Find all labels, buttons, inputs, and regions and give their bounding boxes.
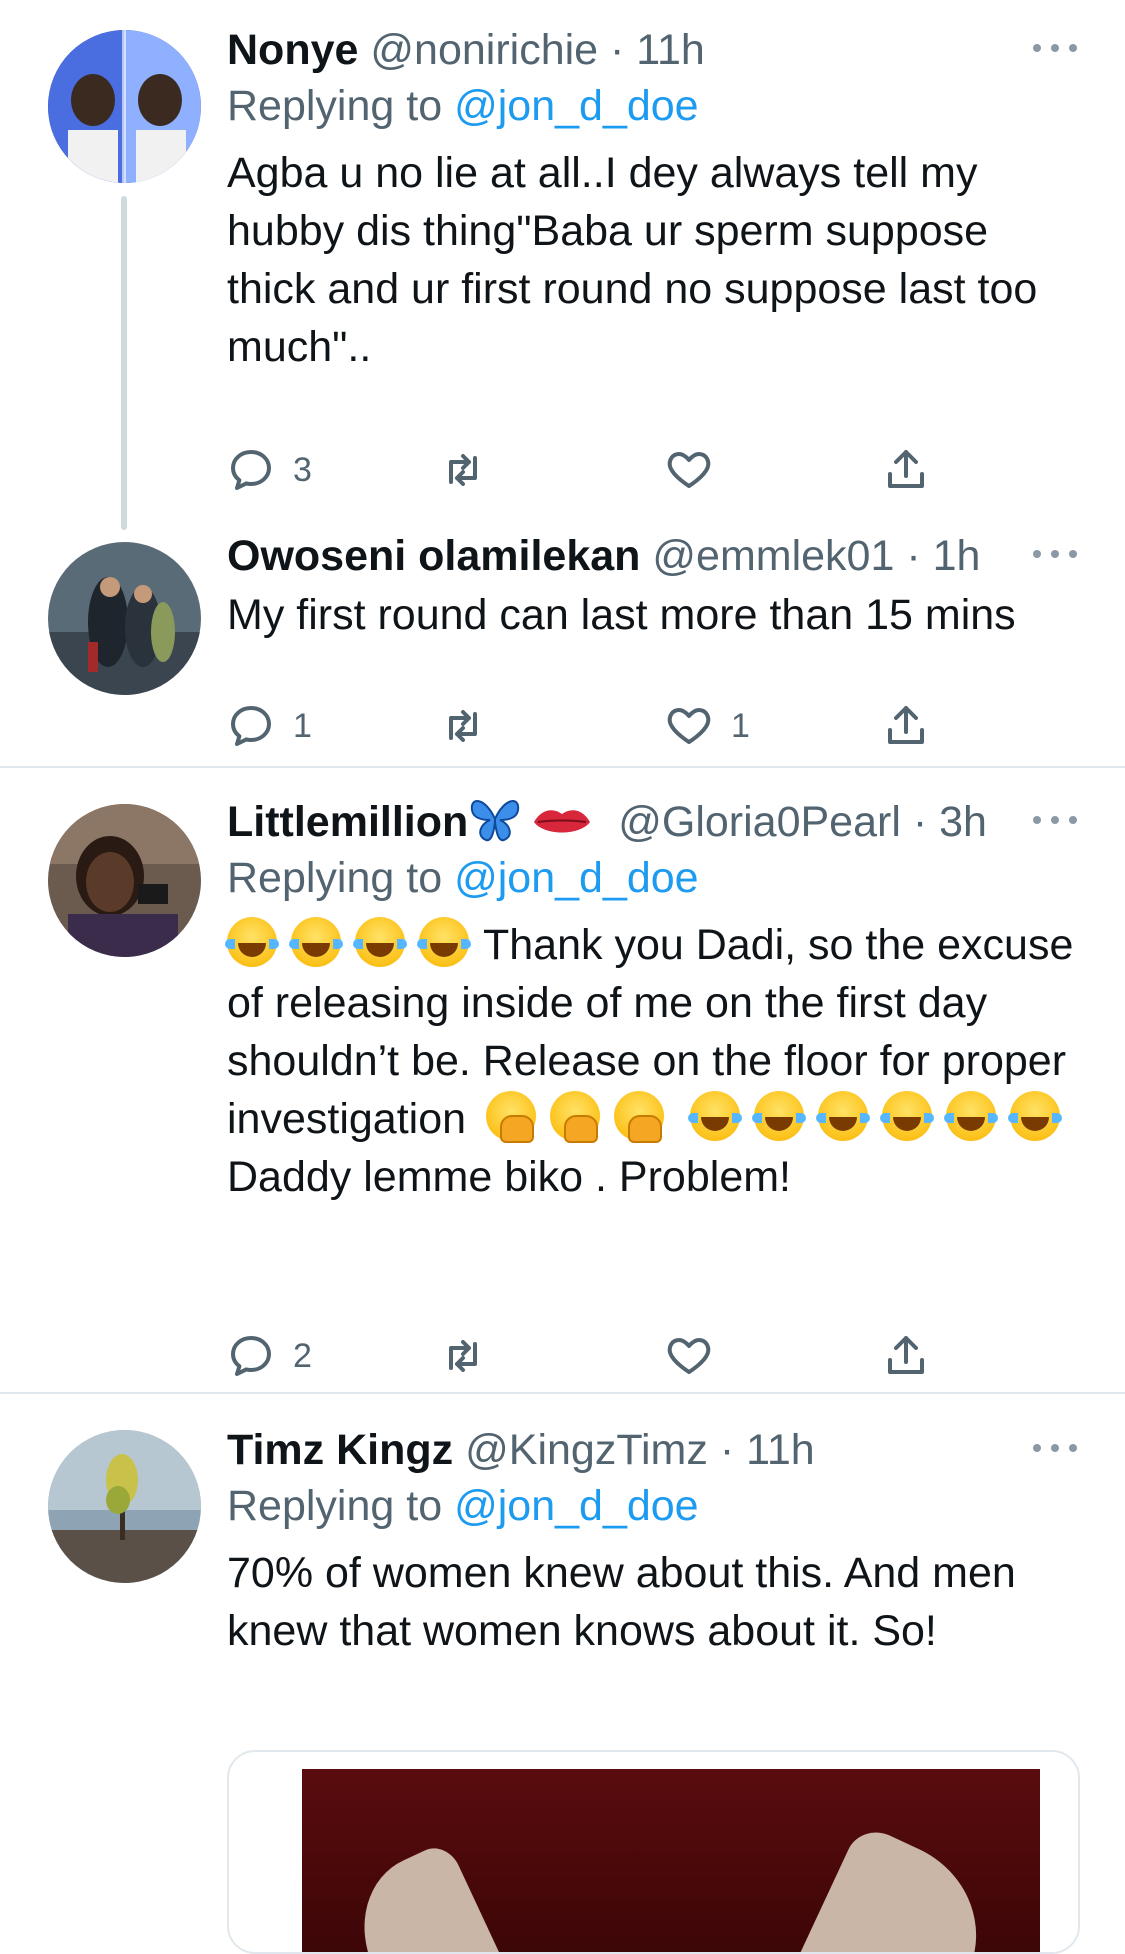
reply-tweet-nonye[interactable]: Nonye @nonirichie · 11h Replying to @jon… [0, 0, 1125, 530]
display-name[interactable]: Nonye [227, 26, 358, 74]
retweet-icon [449, 1340, 477, 1372]
user-handle[interactable]: @emmlek01 [652, 532, 894, 580]
reply-count: 2 [293, 1336, 312, 1375]
avatar-nonye[interactable] [48, 30, 201, 183]
display-name[interactable]: Littlemillion [227, 798, 468, 846]
retweet-icon [449, 454, 477, 486]
user-handle[interactable]: @nonirichie [370, 26, 598, 74]
replying-to-prefix: Replying to [227, 854, 455, 902]
laughing-tears-emoji [1007, 1091, 1062, 1141]
more-icon[interactable] [1033, 542, 1077, 566]
reply-tweet-littlemillion[interactable]: Littlemillion @Gloria0Pearl · 3h Replyin… [0, 768, 1125, 1392]
butterfly-emoji [471, 800, 520, 842]
reply-button[interactable]: 2 [227, 1326, 312, 1386]
share-button[interactable] [882, 696, 930, 756]
user-handle[interactable]: @KingzTimz [465, 1426, 708, 1474]
tweet-header: Nonye @nonirichie · 11h [227, 22, 1077, 78]
timestamp[interactable]: 11h [636, 26, 705, 74]
tweet-text-part2: Daddy lemme biko . Problem! [227, 1153, 791, 1201]
like-button[interactable]: 1 [665, 696, 750, 756]
reply-button[interactable]: 3 [227, 440, 312, 500]
avatar-timz[interactable] [48, 1430, 201, 1583]
hand-over-mouth-emoji [486, 1091, 536, 1143]
reply-count: 1 [293, 706, 312, 745]
hand-over-mouth-emoji [614, 1091, 664, 1143]
timestamp[interactable]: 3h [939, 798, 987, 846]
display-name[interactable]: Owoseni olamilekan [227, 532, 640, 580]
replying-to-prefix: Replying to [227, 1482, 455, 1530]
tweet-text: Agba u no lie at all..I dey always tell … [227, 149, 1050, 371]
separator: · [598, 26, 637, 74]
replying-to-prefix: Replying to [227, 82, 455, 130]
reply-icon [231, 1336, 271, 1376]
more-icon[interactable] [1033, 1436, 1077, 1460]
reply-tweet-owoseni[interactable]: Owoseni olamilekan @emmlek01 · 1h My fir… [0, 530, 1125, 766]
more-icon[interactable] [1033, 36, 1077, 60]
laughing-tears-emoji [353, 917, 407, 967]
like-button[interactable] [665, 1326, 731, 1386]
reply-icon [231, 706, 271, 746]
laughing-tears-emoji [417, 917, 471, 967]
like-icon [667, 452, 711, 488]
laughing-tears-emoji [815, 1091, 870, 1141]
tweet-header: Timz Kingz @KingzTimz · 11h [227, 1422, 1077, 1478]
like-button[interactable] [665, 440, 731, 500]
retweet-button[interactable] [439, 1326, 487, 1386]
mention-link[interactable]: @jon_d_doe [454, 82, 699, 130]
timestamp[interactable]: 1h [933, 532, 981, 580]
laughing-tears-emoji [943, 1091, 998, 1141]
tweet-text: My first round can last more than 15 min… [227, 591, 1016, 639]
retweet-icon [449, 710, 477, 742]
separator: · [707, 1426, 747, 1474]
share-icon [888, 1336, 924, 1374]
mention-link[interactable]: @jon_d_doe [454, 854, 699, 902]
timestamp[interactable]: 11h [746, 1426, 815, 1474]
laughing-tears-emoji [289, 917, 343, 967]
share-button[interactable] [882, 440, 930, 500]
avatar-owoseni[interactable] [48, 542, 201, 695]
tweet-text: 70% of women knew about this. And men kn… [227, 1549, 1028, 1655]
mention-link[interactable]: @jon_d_doe [454, 1482, 699, 1530]
tweet-header: Littlemillion @Gloria0Pearl · 3h [227, 794, 1077, 850]
laughing-tears-emoji [225, 917, 279, 967]
tweet-text: Thank you Dadi, so the excuse of releasi… [225, 916, 1077, 1206]
retweet-button[interactable] [439, 440, 487, 500]
retweet-button[interactable] [439, 696, 487, 756]
replying-to: Replying to @jon_d_doe [227, 78, 1077, 138]
avatar-littlemillion[interactable] [48, 804, 201, 957]
separator: · [894, 532, 933, 580]
share-button[interactable] [882, 1326, 930, 1386]
tweet-header: Owoseni olamilekan @emmlek01 · 1h [227, 528, 1077, 584]
media-image[interactable] [302, 1769, 1040, 1952]
replying-to: Replying to @jon_d_doe [227, 1478, 1077, 1538]
like-icon [667, 708, 711, 744]
share-icon [888, 706, 924, 744]
laughing-tears-emoji [751, 1091, 806, 1141]
reply-count: 3 [293, 450, 312, 489]
share-icon [888, 450, 924, 488]
display-name[interactable]: Timz Kingz [227, 1426, 453, 1474]
laughing-tears-emoji [879, 1091, 934, 1141]
media-card[interactable] [227, 1750, 1080, 1954]
thread-connector-line [121, 196, 127, 530]
user-handle[interactable]: @Gloria0Pearl [618, 798, 901, 846]
lips-emoji [534, 810, 591, 833]
laughing-tears-emoji [687, 1091, 742, 1141]
like-icon [667, 1338, 711, 1374]
separator: · [900, 798, 940, 846]
reply-button[interactable]: 1 [227, 696, 312, 756]
more-icon[interactable] [1033, 808, 1077, 832]
like-count: 1 [731, 706, 750, 745]
hand-over-mouth-emoji [550, 1091, 600, 1143]
reply-icon [231, 450, 271, 490]
replying-to: Replying to @jon_d_doe [227, 850, 1077, 910]
